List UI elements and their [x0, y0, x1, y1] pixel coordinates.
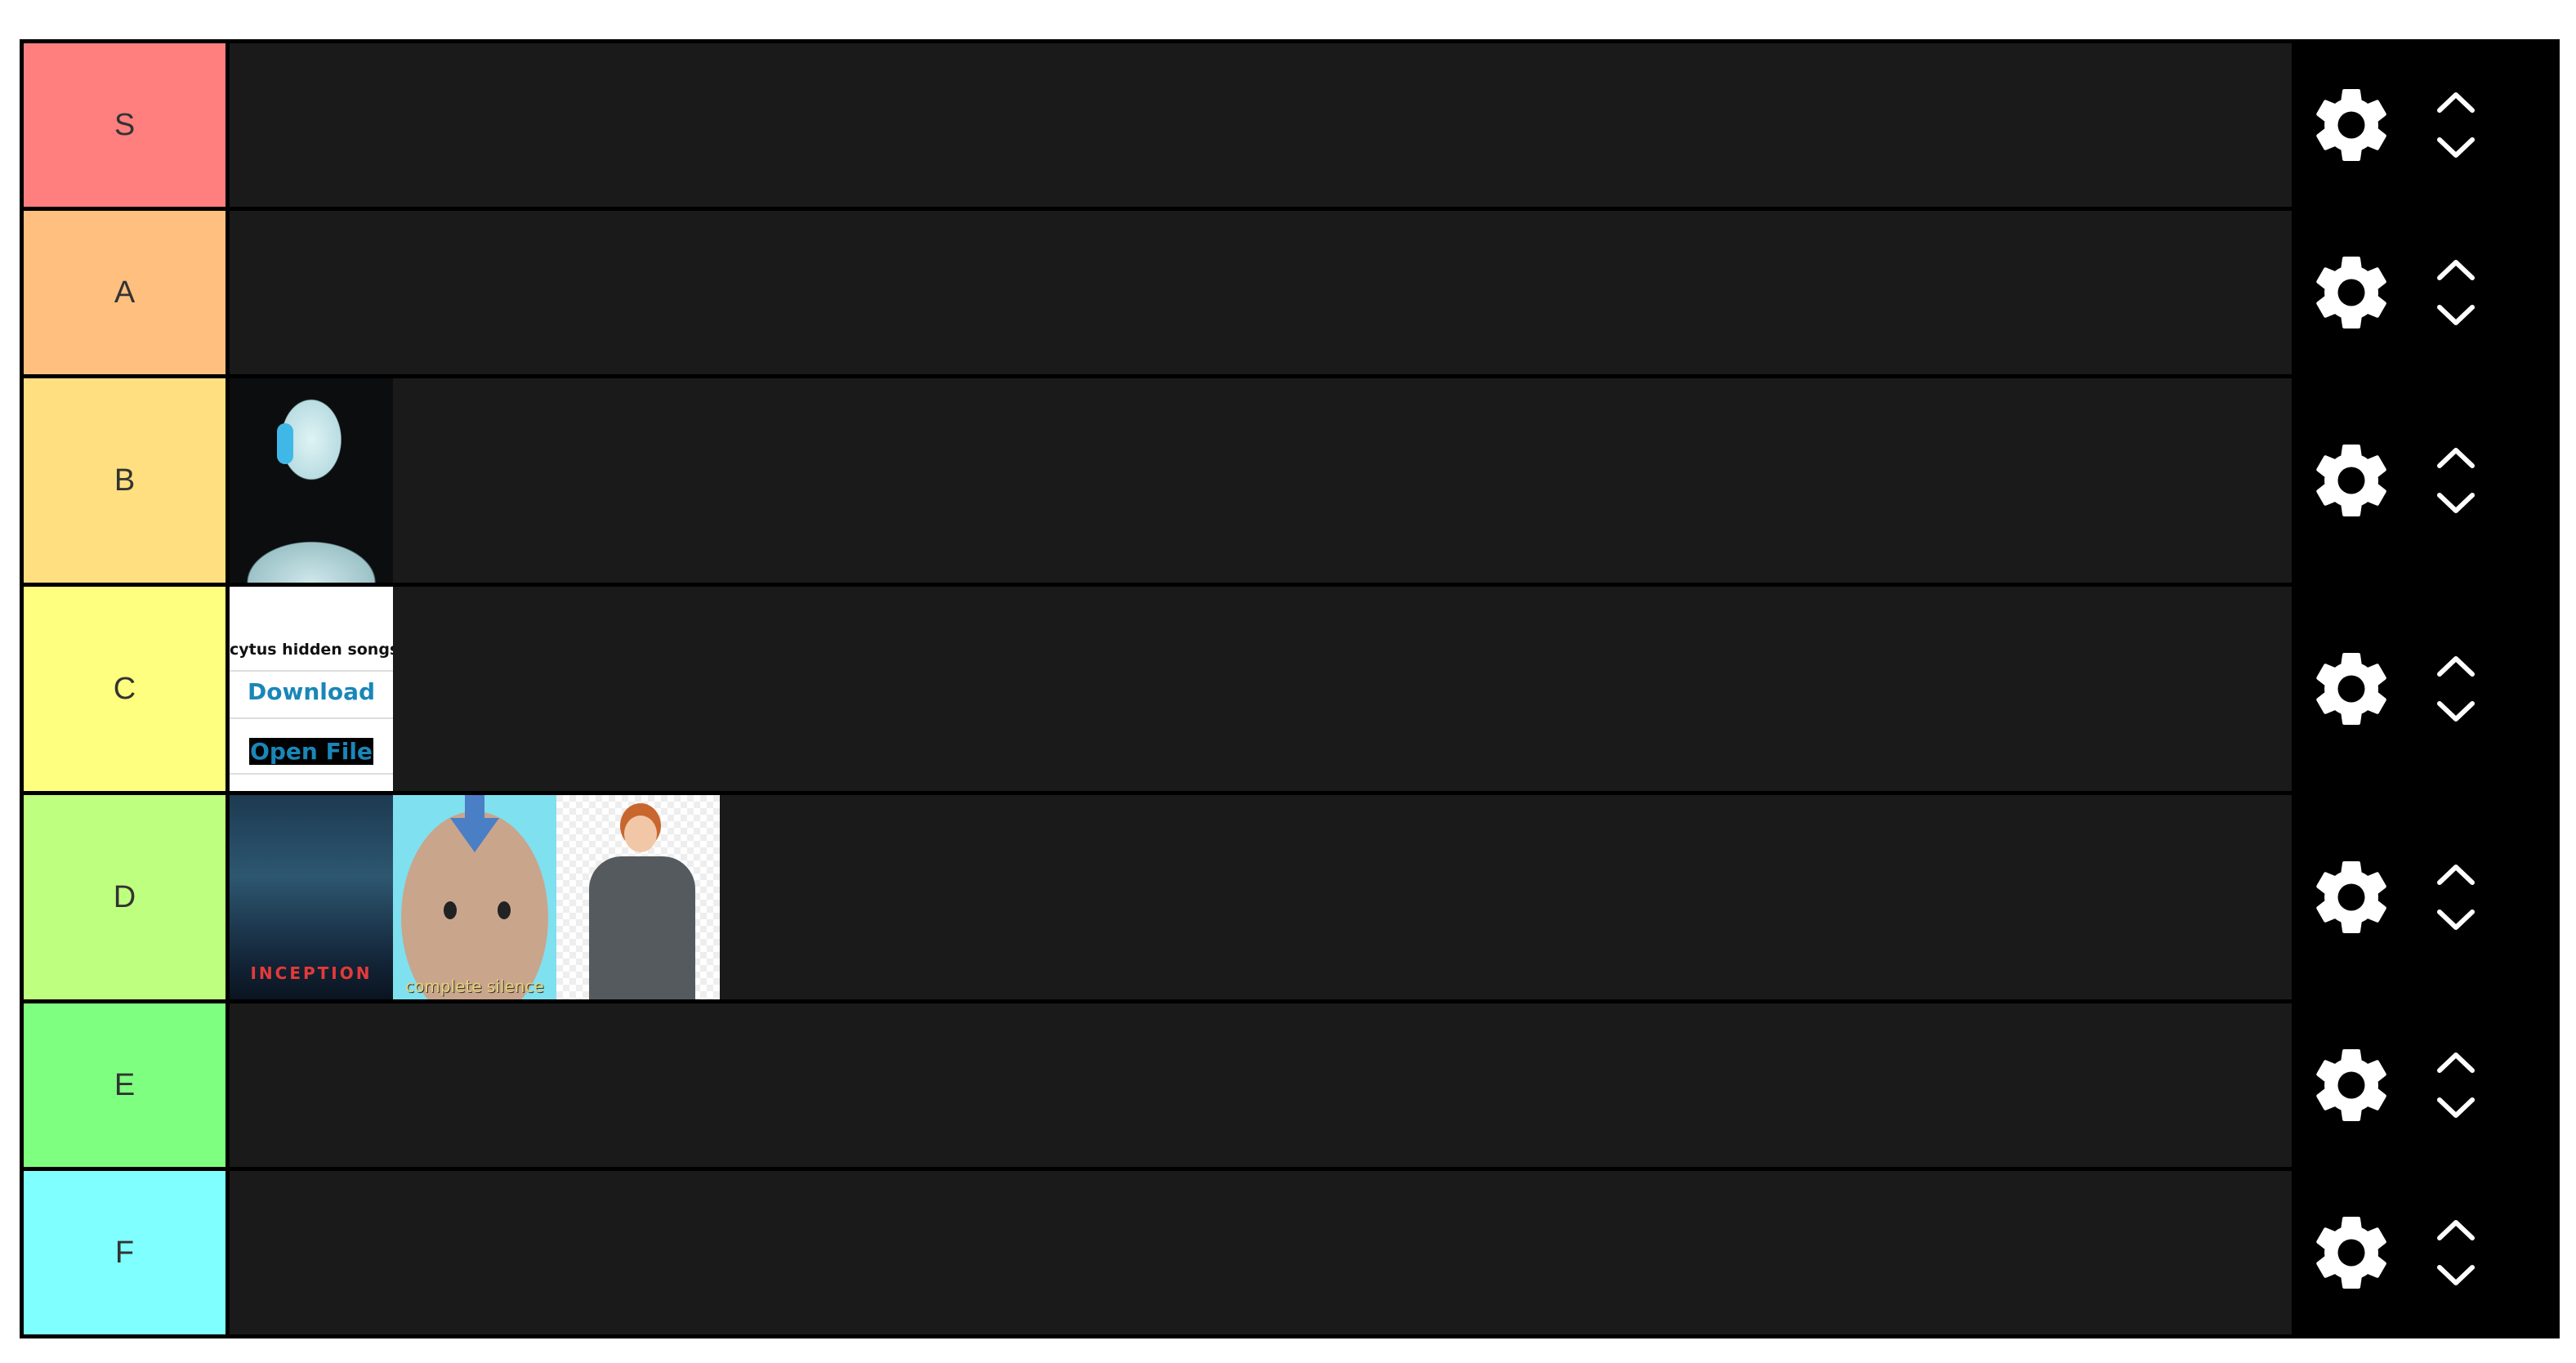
move-arrows	[2435, 257, 2476, 328]
tier-controls	[2292, 211, 2560, 374]
move-arrows	[2435, 862, 2476, 932]
chevron-up-icon[interactable]	[2435, 1218, 2476, 1242]
tier-label[interactable]: E	[24, 1003, 225, 1167]
chevron-down-icon[interactable]	[2435, 136, 2476, 160]
gear-icon[interactable]	[2306, 248, 2396, 337]
tier-row-f: F	[24, 1171, 2560, 1334]
tier-label[interactable]: C	[24, 587, 225, 791]
chevron-up-icon[interactable]	[2435, 445, 2476, 470]
gear-icon[interactable]	[2306, 1040, 2396, 1130]
tier-items-dropzone[interactable]	[230, 1003, 2292, 1167]
tier-controls	[2292, 1003, 2560, 1167]
tier-label-text: S	[114, 107, 136, 142]
divider	[230, 773, 393, 775]
gear-icon[interactable]	[2306, 852, 2396, 942]
chevron-down-icon[interactable]	[2435, 1263, 2476, 1288]
tier-items-dropzone[interactable]	[230, 1171, 2292, 1334]
chevron-up-icon[interactable]	[2435, 1050, 2476, 1075]
tier-row-d: D INCEPTION complete silence	[24, 795, 2560, 999]
move-arrows	[2435, 1050, 2476, 1120]
chevron-up-icon[interactable]	[2435, 257, 2476, 282]
tier-label[interactable]: A	[24, 211, 225, 374]
chevron-down-icon[interactable]	[2435, 1096, 2476, 1120]
tier-label[interactable]: S	[24, 43, 225, 207]
tier-items-dropzone[interactable]	[230, 43, 2292, 207]
eye	[444, 901, 457, 919]
move-arrows	[2435, 90, 2476, 160]
tier-label-text: B	[114, 463, 136, 498]
tier-label[interactable]: B	[24, 378, 225, 583]
tier-controls	[2292, 1171, 2560, 1334]
tier-label-text: F	[114, 1235, 135, 1270]
face	[624, 816, 657, 852]
tier-item-cytus[interactable]: cytus hidden songs Download Open File	[230, 587, 393, 791]
tier-item-ron[interactable]	[556, 795, 720, 999]
tier-row-c: C cytus hidden songs Download Open File	[24, 587, 2560, 791]
chevron-up-icon[interactable]	[2435, 654, 2476, 678]
divider	[230, 717, 393, 719]
item-caption: complete silence	[405, 976, 544, 996]
tier-items-dropzone[interactable]: cytus hidden songs Download Open File	[230, 587, 2292, 791]
tier-row-a: A	[24, 211, 2560, 374]
tier-label-text: E	[114, 1067, 136, 1102]
tier-label-text: A	[114, 275, 136, 310]
tier-label[interactable]: D	[24, 795, 225, 999]
tier-items-dropzone[interactable]: INCEPTION complete silence	[230, 795, 2292, 999]
tier-label-text: C	[113, 671, 136, 706]
tier-controls	[2292, 587, 2560, 791]
move-arrows	[2435, 1218, 2476, 1288]
tier-items-dropzone[interactable]	[230, 378, 2292, 583]
divider	[230, 670, 393, 672]
tier-label-text: D	[113, 879, 136, 914]
chevron-up-icon[interactable]	[2435, 862, 2476, 887]
robot-headphone	[277, 423, 293, 464]
tier-item-robot[interactable]	[230, 378, 393, 583]
tier-item-aang[interactable]: complete silence	[393, 795, 556, 999]
poster-title: INCEPTION	[250, 963, 373, 983]
tier-controls	[2292, 795, 2560, 999]
item-open-file-text: Open File	[249, 738, 373, 765]
tier-item-inception[interactable]: INCEPTION	[230, 795, 393, 999]
gear-icon[interactable]	[2306, 644, 2396, 734]
item-download-text: Download	[247, 678, 376, 705]
gear-icon[interactable]	[2306, 436, 2396, 525]
chevron-down-icon[interactable]	[2435, 699, 2476, 724]
tier-label[interactable]: F	[24, 1171, 225, 1334]
tier-controls	[2292, 43, 2560, 207]
sweater	[589, 856, 695, 999]
chevron-up-icon[interactable]	[2435, 90, 2476, 114]
chevron-down-icon[interactable]	[2435, 491, 2476, 516]
eye	[498, 901, 511, 919]
gear-icon[interactable]	[2306, 80, 2396, 170]
tier-controls	[2292, 378, 2560, 583]
tier-items-dropzone[interactable]	[230, 211, 2292, 374]
chevron-down-icon[interactable]	[2435, 303, 2476, 328]
move-arrows	[2435, 445, 2476, 516]
move-arrows	[2435, 654, 2476, 724]
tier-row-e: E	[24, 1003, 2560, 1167]
tier-row-s: S	[24, 43, 2560, 207]
chevron-down-icon[interactable]	[2435, 908, 2476, 932]
tier-list: S A B C cytus hidden songs Download Open…	[20, 39, 2560, 1338]
item-caption: cytus hidden songs	[230, 641, 393, 659]
tier-row-b: B	[24, 378, 2560, 583]
gear-icon[interactable]	[2306, 1208, 2396, 1298]
